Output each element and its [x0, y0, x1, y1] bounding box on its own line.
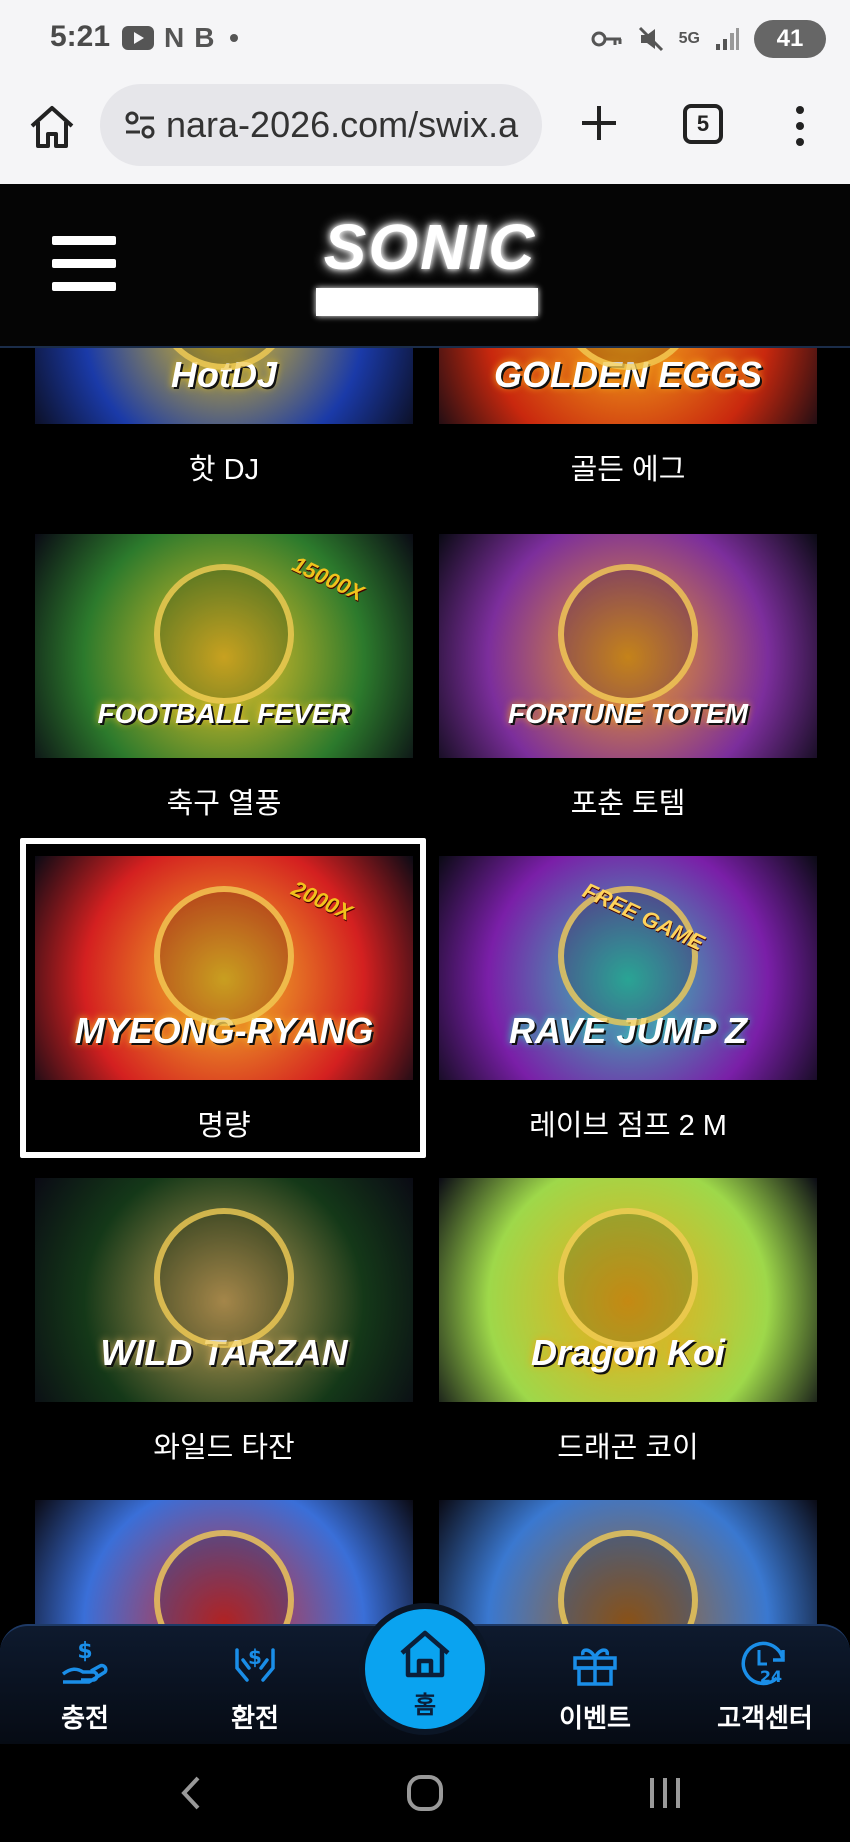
- site-settings-icon[interactable]: [124, 110, 156, 140]
- gift-icon: [573, 1648, 617, 1686]
- game-thumbnail[interactable]: FORTUNE TOTEM: [439, 534, 817, 758]
- game-thumbnail[interactable]: WILD TARZAN: [35, 1178, 413, 1402]
- hamburger-menu-icon[interactable]: [52, 236, 116, 292]
- game-title: 레이브 점프 2 M: [529, 1110, 727, 1142]
- game-title: 골든 에그: [570, 454, 686, 486]
- game-thumbnail[interactable]: RAVE JUMP Z: [439, 856, 817, 1080]
- key-icon: [591, 31, 622, 47]
- nav-charge[interactable]: $ 충전: [20, 1636, 150, 1735]
- game-card[interactable]: [439, 1500, 817, 1624]
- status-time: 5:21: [50, 20, 111, 53]
- game-emblem: [154, 1208, 294, 1348]
- url-text: nara-2026.com/swix.a: [166, 104, 519, 145]
- game-card[interactable]: HotDJ 핫 DJ: [35, 348, 413, 514]
- tab-switcher-button[interactable]: 5: [683, 104, 723, 144]
- browser-toolbar: nara-2026.com/swix.a 5: [0, 78, 850, 184]
- home-icon: [400, 1630, 450, 1678]
- game-grid: HotDJ 핫 DJ GOLDEN EGGS 골든 에그 FOOTBALL FEVER 축…: [0, 348, 850, 1624]
- charge-icon: $: [61, 1639, 108, 1684]
- youtube-icon: [122, 26, 154, 50]
- game-title: 드래곤 코이: [557, 1432, 699, 1464]
- game-thumbnail[interactable]: [35, 1500, 413, 1624]
- browser-home-icon[interactable]: [26, 102, 78, 154]
- support-24h-icon: 24: [741, 1641, 785, 1686]
- game-card[interactable]: Dragon Koi 드래곤 코이: [439, 1178, 817, 1492]
- game-title: 축구 열풍: [166, 788, 282, 820]
- nav-support[interactable]: 24 고객센터: [700, 1636, 830, 1735]
- nav-exchange[interactable]: $ 환전: [190, 1636, 320, 1735]
- game-title: 와일드 타잔: [153, 1432, 295, 1464]
- more-menu-icon[interactable]: [786, 102, 814, 150]
- logo-text: SONIC: [323, 211, 537, 283]
- game-emblem: [558, 1208, 698, 1348]
- game-card[interactable]: GOLDEN EGGS 골든 에그: [439, 348, 817, 514]
- game-title: 핫 DJ: [188, 454, 260, 486]
- game-thumbnail[interactable]: Dragon Koi: [439, 1178, 817, 1402]
- site-logo[interactable]: SONIC: [296, 210, 564, 320]
- game-card[interactable]: WILD TARZAN 와일드 타잔: [35, 1178, 413, 1492]
- selected-game-highlight: [20, 838, 426, 1158]
- battery-icon: 41: [754, 20, 826, 58]
- game-thumbnail[interactable]: FOOTBALL FEVER: [35, 534, 413, 758]
- game-emblem: [558, 1530, 698, 1624]
- site-header: SONIC: [0, 184, 850, 348]
- game-card[interactable]: FORTUNE TOTEM 포춘 토템: [439, 534, 817, 848]
- game-card[interactable]: [35, 1500, 413, 1624]
- game-emblem: [154, 1530, 294, 1624]
- status-system-icons: 5G 41: [591, 20, 826, 58]
- network-5g-icon: 5G: [678, 30, 700, 47]
- svg-text:24: 24: [760, 1667, 782, 1686]
- svg-text:$: $: [248, 1645, 262, 1669]
- system-navigation-bar: [0, 1744, 850, 1842]
- exchange-icon: $: [235, 1645, 275, 1682]
- game-emblem: [558, 564, 698, 704]
- nav-event[interactable]: 이벤트: [530, 1636, 660, 1735]
- address-bar[interactable]: nara-2026.com/swix.a: [100, 84, 542, 166]
- b-app-icon: B: [194, 22, 215, 53]
- logo-underbar: [316, 288, 538, 316]
- signal-icon: [716, 28, 739, 50]
- home-nav-icon[interactable]: [400, 1768, 450, 1818]
- recents-icon[interactable]: [640, 1768, 690, 1818]
- back-icon[interactable]: [166, 1768, 216, 1818]
- game-thumbnail[interactable]: HotDJ: [35, 348, 413, 424]
- n-app-icon: N: [164, 22, 185, 53]
- game-thumbnail[interactable]: GOLDEN EGGS: [439, 348, 817, 424]
- nav-home[interactable]: 홈: [359, 1603, 491, 1735]
- status-notification-icons: N B: [122, 22, 239, 53]
- new-tab-icon[interactable]: [574, 98, 624, 148]
- more-notifications-dot: [230, 34, 239, 42]
- game-title: 포춘 토템: [570, 788, 686, 820]
- game-thumbnail[interactable]: [439, 1500, 817, 1624]
- status-bar: 5:21 N B 5G 41: [0, 0, 850, 78]
- game-emblem: [154, 564, 294, 704]
- svg-text:$: $: [77, 1639, 92, 1664]
- mute-icon: [638, 26, 663, 52]
